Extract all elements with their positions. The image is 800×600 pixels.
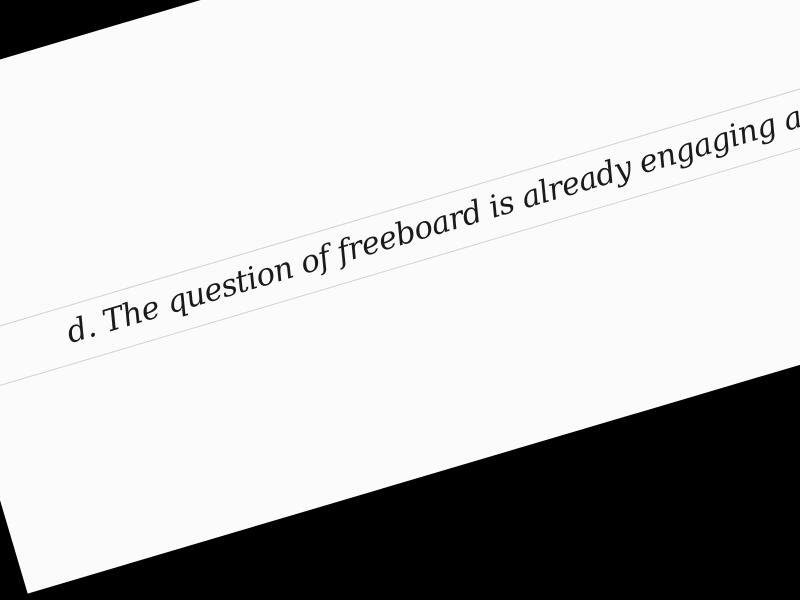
ruled-line: d. The question of freeboard is already … xyxy=(0,20,800,396)
handwritten-text-line: d. The question of freeboard is already … xyxy=(62,20,800,351)
scanned-page-view: d. The question of freeboard is already … xyxy=(0,0,800,600)
paper-sheet: d. The question of freeboard is already … xyxy=(0,0,800,594)
